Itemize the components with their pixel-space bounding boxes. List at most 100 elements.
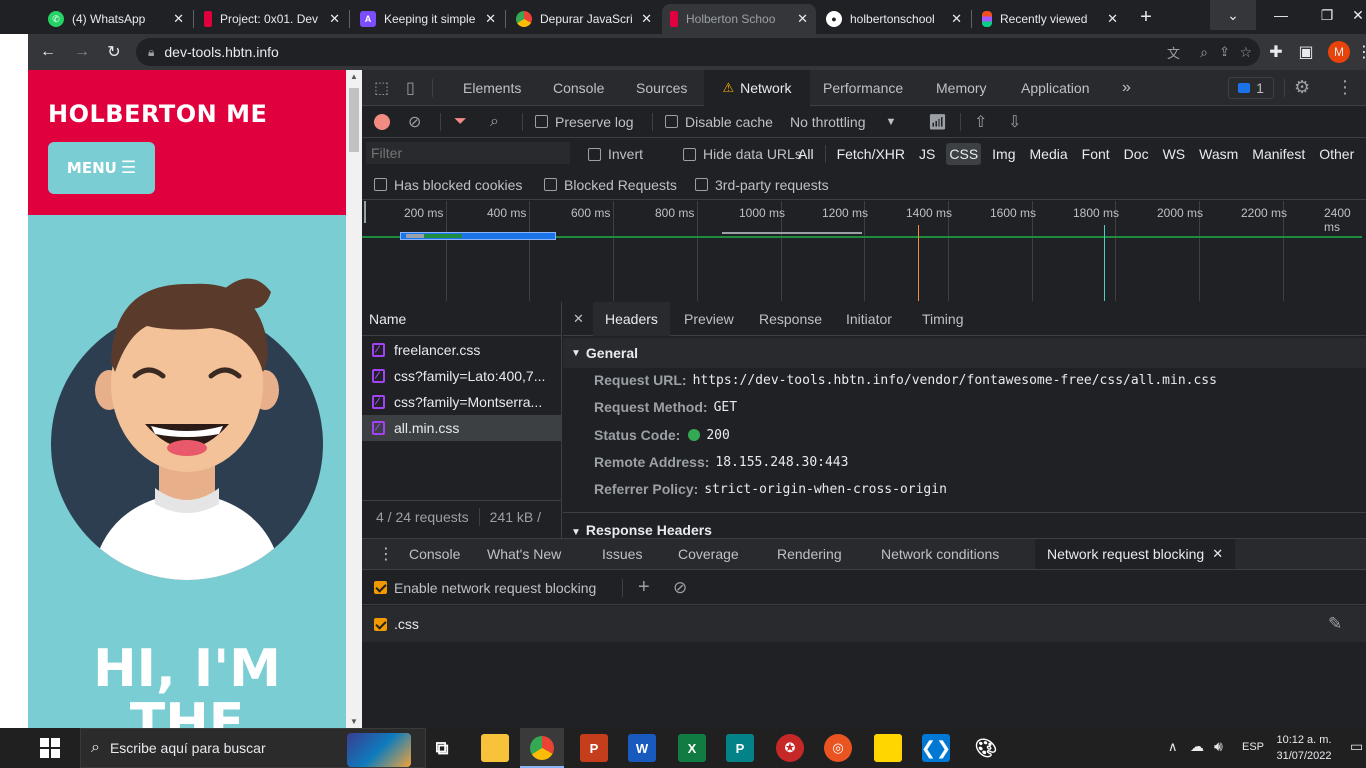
tab-holberton-school[interactable]: Holberton Schoo ✕ — [662, 4, 816, 34]
third-party-checkbox[interactable]: 3rd-party requests — [695, 177, 829, 193]
search-icon[interactable]: ⌕ — [490, 113, 499, 131]
extensions-puzzle-icon[interactable]: ✚ — [1264, 40, 1288, 64]
throttling-select[interactable]: No throttling ▼ — [790, 114, 896, 130]
paint-icon[interactable]: 🎨︎ — [972, 734, 1000, 762]
type-filter-js[interactable]: JS — [916, 143, 938, 165]
type-filter-fetchxhr[interactable]: Fetch/XHR — [834, 143, 908, 165]
new-tab-plus-icon[interactable]: + — [1134, 5, 1158, 29]
devtools-kebab-icon[interactable]: ⋮ — [1336, 77, 1354, 98]
blocked-pattern-row[interactable]: .css ✎ — [362, 606, 1366, 642]
name-column-header[interactable]: Name — [362, 302, 562, 336]
drawer-tab-whats-new[interactable]: What's New — [487, 538, 561, 570]
type-filter-font[interactable]: Font — [1079, 143, 1113, 165]
profile-avatar[interactable]: M — [1328, 41, 1350, 63]
language-indicator[interactable]: ESP — [1242, 741, 1264, 753]
file-explorer-icon[interactable] — [481, 734, 509, 762]
request-row-selected[interactable]: all.min.css — [362, 415, 562, 441]
tab-response[interactable]: Response — [759, 302, 822, 336]
add-pattern-plus-icon[interactable]: + — [638, 576, 650, 599]
import-har-icon[interactable]: ⇧ — [974, 112, 987, 132]
type-filter-img[interactable]: Img — [989, 143, 1018, 165]
translate-icon[interactable]: 文 — [1167, 43, 1180, 62]
inspect-element-icon[interactable]: ⬚ — [374, 78, 389, 98]
close-drawer-tab-icon[interactable]: ✕ — [1212, 546, 1223, 562]
response-headers-section-header[interactable]: ▼ Response Headers — [563, 512, 1366, 538]
menu-button[interactable]: MENU ☰ — [48, 142, 155, 194]
vscode-icon[interactable]: ❮❯ — [921, 734, 951, 762]
show-hidden-icons-chevron-icon[interactable]: ∧ — [1168, 739, 1178, 755]
enable-blocking-checkbox[interactable]: Enable network request blocking — [374, 580, 596, 596]
close-tab-icon[interactable]: ✕ — [951, 11, 962, 27]
tab-project[interactable]: Project: 0x01. Dev ✕ — [196, 4, 348, 34]
blocked-requests-checkbox[interactable]: Blocked Requests — [544, 177, 677, 193]
drawer-tab-network-conditions[interactable]: Network conditions — [881, 538, 999, 570]
invert-checkbox[interactable]: Invert — [588, 146, 643, 162]
side-panel-icon[interactable]: ▣ — [1294, 40, 1318, 64]
network-timeline-overview[interactable]: 200 ms 400 ms 600 ms 800 ms 1000 ms 1200 ms 14… — [362, 201, 1366, 301]
general-section-header[interactable]: ▼ General — [563, 338, 1366, 368]
reload-icon[interactable]: ↻ — [102, 40, 126, 64]
network-conditions-wifi-icon[interactable]: 📶︎ — [928, 113, 947, 131]
type-filter-wasm[interactable]: Wasm — [1196, 143, 1241, 165]
tab-figma[interactable]: Recently viewed ✕ — [974, 4, 1126, 34]
type-filter-manifest[interactable]: Manifest — [1249, 143, 1308, 165]
restore-icon[interactable]: ❐ — [1304, 0, 1350, 30]
tab-initiator[interactable]: Initiator — [846, 302, 892, 336]
zoom-icon[interactable]: ⌕ — [1200, 44, 1208, 61]
close-window-icon[interactable]: ✕ — [1350, 0, 1366, 30]
filter-funnel-icon[interactable]: ⏷ — [454, 113, 467, 131]
disable-cache-checkbox[interactable]: Disable cache — [665, 114, 773, 130]
tab-keeping-it-simple[interactable]: A Keeping it simple ✕ — [352, 4, 504, 34]
taskbar-search-box[interactable]: ⌕ Escribe aquí para buscar — [80, 728, 426, 768]
close-tab-icon[interactable]: ✕ — [485, 11, 496, 27]
scroll-down-icon[interactable]: ▼ — [350, 717, 358, 726]
close-details-icon[interactable]: ✕ — [573, 302, 584, 336]
tab-preview[interactable]: Preview — [684, 302, 734, 336]
taskbar-chrome-active[interactable] — [520, 728, 564, 768]
edit-pencil-icon[interactable]: ✎ — [1328, 614, 1342, 634]
site-brand[interactable]: HOLBERTON ME — [48, 100, 267, 128]
device-toolbar-icon[interactable]: ▯ — [406, 78, 415, 98]
type-filter-other[interactable]: Other — [1316, 143, 1357, 165]
request-row[interactable]: css?family=Lato:400,7... — [362, 363, 562, 389]
forward-arrow-icon[interactable]: → — [70, 40, 94, 64]
type-filter-ws[interactable]: WS — [1160, 143, 1189, 165]
windows-start-icon[interactable] — [40, 738, 60, 758]
address-bar[interactable]: 🔒︎ dev-tools.hbtn.info 文 ⌕ ⇪ ☆ — [136, 38, 1260, 66]
scroll-up-icon[interactable]: ▲ — [350, 72, 358, 81]
filter-input[interactable] — [366, 142, 570, 164]
remove-all-patterns-icon[interactable]: ⊘ — [673, 578, 687, 598]
page-scrollbar[interactable]: ▲ ▼ — [346, 70, 362, 728]
kebab-menu-icon[interactable]: ⋮ — [1352, 40, 1366, 64]
hide-data-urls-checkbox[interactable]: Hide data URLs — [683, 146, 802, 162]
more-tabs-chevron-icon[interactable]: » — [1122, 79, 1131, 97]
notifications-icon[interactable]: ▭ — [1350, 738, 1363, 755]
blocked-cookies-checkbox[interactable]: Has blocked cookies — [374, 177, 522, 193]
request-row[interactable]: freelancer.css — [362, 337, 562, 363]
request-row[interactable]: css?family=Montserra... — [362, 389, 562, 415]
tab-search-chevron-icon[interactable]: ⌄ — [1210, 0, 1256, 30]
tab-github[interactable]: ● holbertonschool ✕ — [818, 4, 970, 34]
back-arrow-icon[interactable]: ← — [36, 40, 60, 64]
close-tab-icon[interactable]: ✕ — [1107, 11, 1118, 27]
share-icon[interactable]: ⇪ — [1219, 44, 1230, 60]
drawer-tab-issues[interactable]: Issues — [602, 538, 642, 570]
drawer-tab-coverage[interactable]: Coverage — [678, 538, 739, 570]
sticky-notes-icon[interactable] — [874, 734, 902, 762]
close-tab-icon[interactable]: ✕ — [173, 11, 184, 27]
settings-gear-icon[interactable]: ⚙ — [1294, 77, 1310, 98]
powerpoint-icon[interactable]: P — [580, 734, 608, 762]
clock[interactable]: 10:12 a. m. 31/07/2022 — [1272, 732, 1336, 764]
task-view-icon[interactable]: ⧉ — [428, 734, 456, 762]
bookmark-star-icon[interactable]: ☆ — [1239, 44, 1252, 61]
close-tab-icon[interactable]: ✕ — [797, 11, 808, 27]
scrollbar-thumb[interactable] — [349, 88, 359, 152]
export-har-icon[interactable]: ⇩ — [1008, 112, 1021, 132]
tab-memory[interactable]: Memory — [936, 80, 987, 96]
pattern-checkbox[interactable]: .css — [374, 616, 419, 632]
issues-badge[interactable]: 1 — [1228, 77, 1274, 99]
type-filter-all[interactable]: All — [795, 143, 817, 165]
timeline-left-handle[interactable] — [364, 201, 366, 223]
weather-icon[interactable]: ☁ — [1190, 738, 1204, 755]
tab-network[interactable]: ⚠ Network — [704, 70, 810, 106]
